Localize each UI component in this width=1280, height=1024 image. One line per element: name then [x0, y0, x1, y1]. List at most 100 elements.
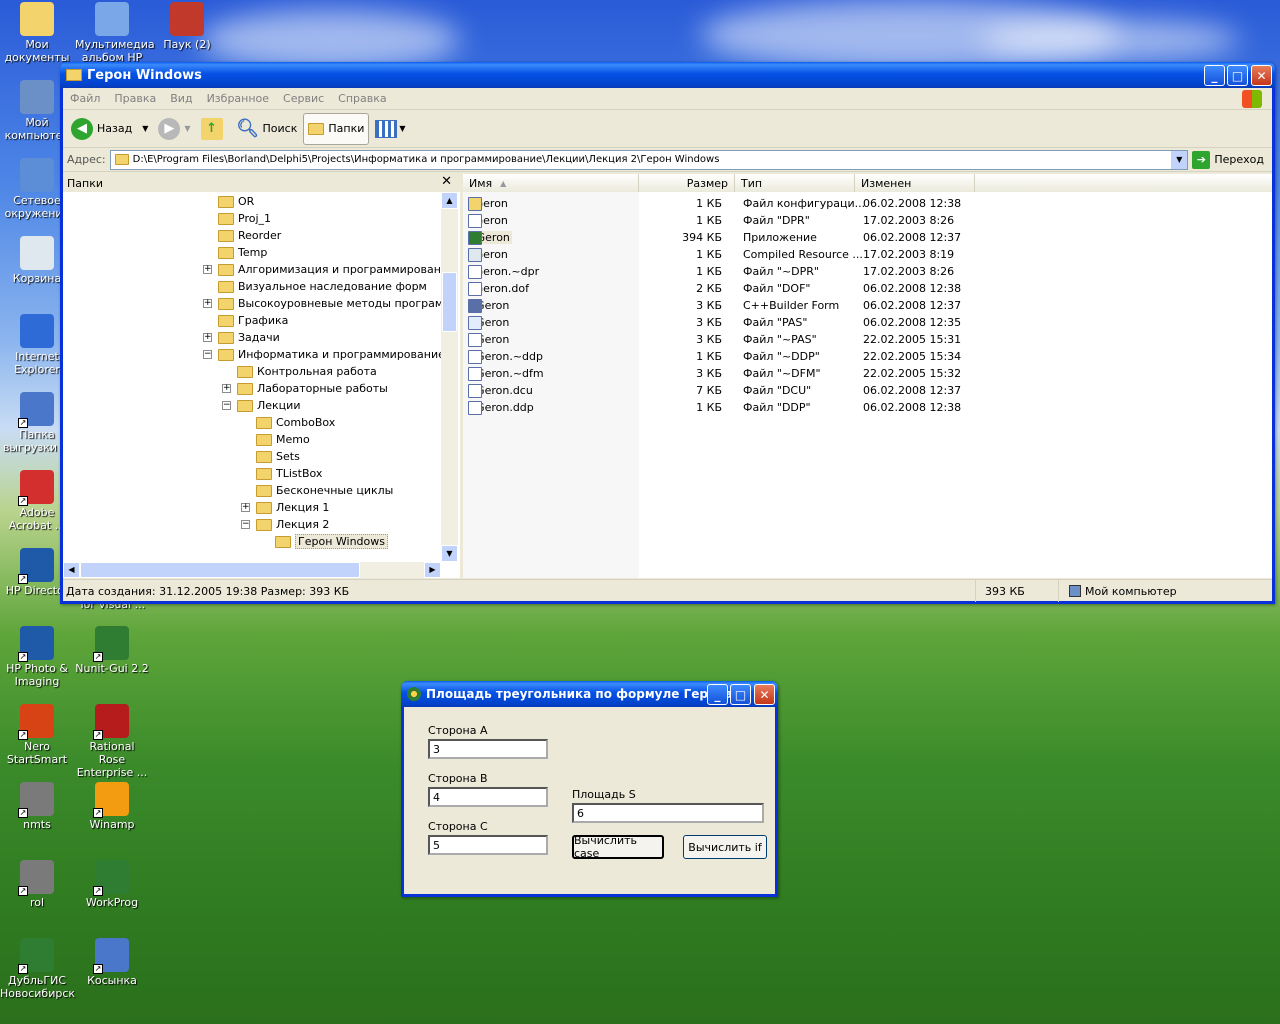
column-header-type[interactable]: Тип — [735, 174, 855, 192]
tree-item[interactable]: Sets — [256, 448, 300, 465]
area-output[interactable]: 6 — [572, 803, 764, 823]
desktop-icon[interactable]: ↗ Nunit-Gui 2.2 — [75, 626, 149, 675]
address-input[interactable]: D:\E\Program Files\Borland\Delphi5\Proje… — [109, 149, 1189, 170]
search-button[interactable]: 🔍︎ Поиск — [233, 113, 302, 145]
scroll-right-button[interactable]: ▶ — [424, 562, 441, 578]
desktop-icon[interactable]: ↗ ДубльГИС Новосибирск — [0, 938, 75, 1000]
tree-item[interactable]: TListBox — [256, 465, 322, 482]
menu-view[interactable]: Вид — [163, 92, 199, 105]
maximize-button[interactable]: □ — [1227, 65, 1248, 86]
tree-item[interactable]: Алгоримизация и программирование — [218, 261, 441, 278]
file-row[interactable]: UGeron 3 КБ Файл "PAS" 06.02.2008 12:35 — [463, 314, 1263, 331]
tree-item[interactable]: Контрольная работа — [237, 363, 377, 380]
calculate-if-button[interactable]: Вычислить if — [683, 835, 767, 859]
column-header-modified[interactable]: Изменен — [855, 174, 975, 192]
scroll-thumb[interactable] — [442, 272, 457, 332]
up-folder-button[interactable]: ↑ — [197, 113, 231, 145]
file-row[interactable]: UGeron 3 КБ Файл "~PAS" 22.02.2005 15:31 — [463, 331, 1263, 348]
forward-button[interactable]: ▶ ▼ — [154, 113, 194, 145]
collapse-icon[interactable]: − — [241, 520, 250, 529]
scroll-thumb[interactable] — [80, 562, 360, 578]
column-header-name[interactable]: Имя ▲ — [463, 174, 639, 192]
scroll-up-button[interactable]: ▲ — [441, 192, 458, 209]
tree-item[interactable]: Лекции — [237, 397, 300, 414]
explorer-titlebar[interactable]: Герон Windows _ □ ✕ — [60, 62, 1275, 88]
tree-item[interactable]: Задачи — [218, 329, 280, 346]
collapse-icon[interactable]: − — [203, 350, 212, 359]
folders-button[interactable]: Папки — [303, 112, 370, 145]
desktop-icon[interactable]: ↗ HP Photo & Imaging — [0, 626, 74, 688]
desktop-icon[interactable]: ↗ Rational Rose Enterprise ... — [75, 704, 149, 779]
menu-favorites[interactable]: Избранное — [200, 92, 276, 105]
tree-item[interactable]: Temp — [218, 244, 267, 261]
menu-tools[interactable]: Сервис — [276, 92, 331, 105]
expand-icon[interactable]: + — [241, 503, 250, 512]
expand-icon[interactable]: + — [203, 299, 212, 308]
file-row[interactable]: UGeron.ddp 1 КБ Файл "DDP" 06.02.2008 12:38 — [463, 399, 1263, 416]
file-row[interactable]: UGeron.dcu 7 КБ Файл "DCU" 06.02.2008 12:37 — [463, 382, 1263, 399]
delphi-app-icon — [407, 687, 421, 701]
side-b-input[interactable]: 4 — [428, 787, 548, 807]
desktop-icon[interactable]: ↗ Winamp — [75, 782, 149, 831]
tree-item[interactable]: Высокоуровневые методы программирс — [218, 295, 441, 312]
file-row[interactable]: PGeron.dof 2 КБ Файл "DOF" 06.02.2008 12:38 — [463, 280, 1263, 297]
desktop-icon-label: Мультимедиа альбом HP — [75, 38, 155, 64]
tree-vertical-scrollbar[interactable]: ▲ ▼ — [441, 192, 458, 562]
tree-item[interactable]: Лабораторные работы — [237, 380, 388, 397]
minimize-button[interactable]: _ — [707, 684, 728, 705]
close-pane-icon[interactable]: ✕ — [441, 174, 452, 189]
close-button[interactable]: ✕ — [1251, 65, 1272, 86]
views-button[interactable]: ▼ — [371, 113, 409, 145]
file-row[interactable]: PGeron 394 КБ Приложение 06.02.2008 12:37 — [463, 229, 1263, 246]
tree-horizontal-scrollbar[interactable]: ◀ ▶ — [63, 562, 441, 578]
desktop-icon[interactable]: Мои документы — [0, 2, 74, 64]
file-row[interactable]: UGeron 3 КБ C++Builder Form 06.02.2008 12:3… — [463, 297, 1263, 314]
desktop-icon[interactable]: ↗ nmts — [0, 782, 74, 831]
scroll-down-button[interactable]: ▼ — [441, 545, 458, 562]
file-row[interactable]: UGeron.~ddp 1 КБ Файл "~DDP" 22.02.2005 15:… — [463, 348, 1263, 365]
expand-icon[interactable]: + — [203, 333, 212, 342]
maximize-button[interactable]: □ — [730, 684, 751, 705]
tree-item[interactable]: ComboBox — [256, 414, 335, 431]
back-button[interactable]: ◀ Назад ▼ — [67, 113, 152, 145]
desktop-icon[interactable]: Мультимедиа альбом HP — [75, 2, 155, 64]
desktop-icon[interactable]: ↗ Nero StartSmart — [0, 704, 74, 766]
menu-help[interactable]: Справка — [331, 92, 393, 105]
tree-item[interactable]: Графика — [218, 312, 288, 329]
chevron-down-icon[interactable]: ▼ — [1171, 150, 1188, 169]
tree-item[interactable]: Информатика и программирование — [218, 346, 441, 363]
expand-icon[interactable]: + — [222, 384, 231, 393]
file-row[interactable]: PGeron 1 КБ Файл "DPR" 17.02.2003 8:26 — [463, 212, 1263, 229]
close-button[interactable]: ✕ — [754, 684, 775, 705]
tree-item[interactable]: Лекция 1 — [256, 499, 329, 516]
tree-item[interactable]: Визуальное наследование форм — [218, 278, 427, 295]
file-row[interactable]: PGeron 1 КБ Compiled Resource ... 17.02.200… — [463, 246, 1263, 263]
collapse-icon[interactable]: − — [222, 401, 231, 410]
file-row[interactable]: PGeron 1 КБ Файл конфигураци... 06.02.2008 … — [463, 195, 1263, 212]
tree-item[interactable]: OR — [218, 193, 254, 210]
dialog-titlebar[interactable]: Площадь треугольника по формуле Герона _… — [401, 681, 778, 707]
side-a-input[interactable]: 3 — [428, 739, 548, 759]
desktop-icon[interactable]: ↗ rol — [0, 860, 74, 909]
scroll-left-button[interactable]: ◀ — [63, 562, 80, 578]
tree-item[interactable]: Лекция 2 — [256, 516, 329, 533]
column-header-size[interactable]: Размер — [639, 174, 735, 192]
minimize-button[interactable]: _ — [1204, 65, 1225, 86]
tree-item[interactable]: Бесконечные циклы — [256, 482, 393, 499]
file-row[interactable]: UGeron.~dfm 3 КБ Файл "~DFM" 22.02.2005 15:… — [463, 365, 1263, 382]
desktop-icon[interactable]: ↗ Косынка — [75, 938, 149, 987]
menu-edit[interactable]: Правка — [107, 92, 163, 105]
calculate-case-button[interactable]: Вычислить case — [572, 834, 664, 860]
desktop-icon[interactable]: Паук (2) — [150, 2, 224, 51]
tree-item[interactable]: Reorder — [218, 227, 281, 244]
desktop-icon[interactable]: ↗ WorkProg — [75, 860, 149, 909]
menu-file[interactable]: Файл — [63, 92, 107, 105]
tree-item[interactable]: Герон Windows — [275, 533, 388, 550]
tree-item[interactable]: Memo — [256, 431, 310, 448]
tree-item[interactable]: Proj_1 — [218, 210, 271, 227]
file-row[interactable]: PGeron.~dpr 1 КБ Файл "~DPR" 17.02.2003 8:2… — [463, 263, 1263, 280]
side-c-input[interactable]: 5 — [428, 835, 548, 855]
go-button[interactable]: ➔ Переход — [1192, 150, 1272, 169]
expand-icon[interactable]: + — [203, 265, 212, 274]
shortcut-icon: ↗ — [18, 782, 54, 818]
